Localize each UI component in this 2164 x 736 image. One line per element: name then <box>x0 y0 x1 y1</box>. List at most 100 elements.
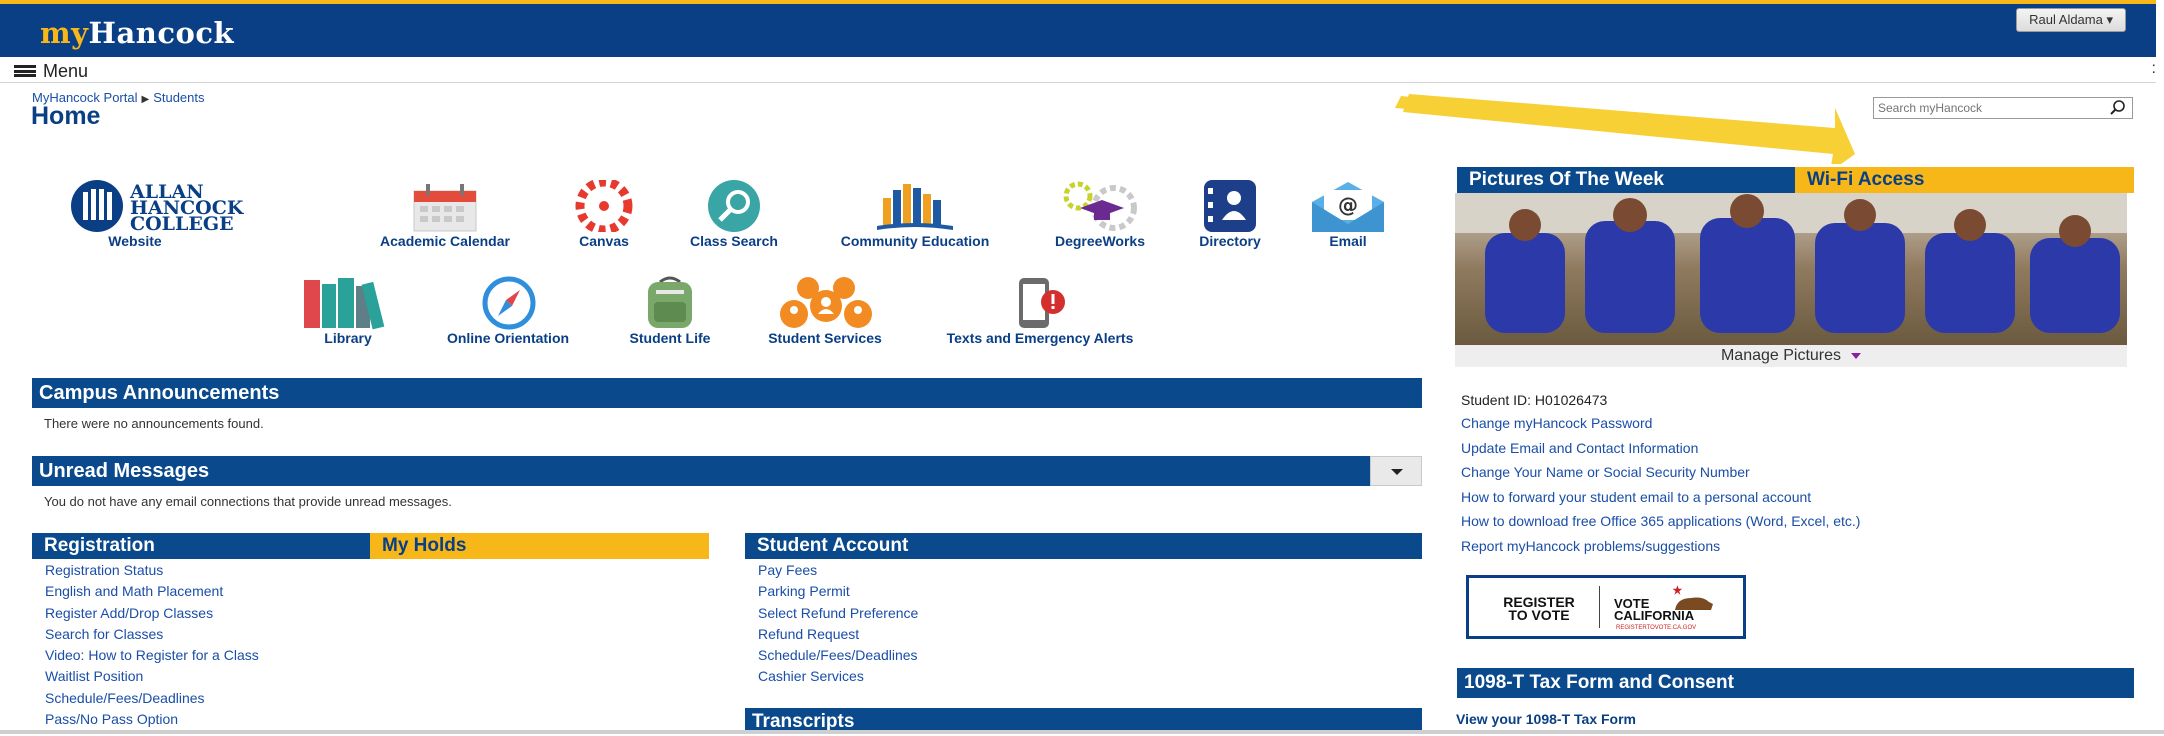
manage-pictures-dropdown[interactable]: Manage Pictures <box>1455 345 2127 367</box>
link-pay-fees[interactable]: Pay Fees <box>758 560 1398 581</box>
registration-links: Registration Status English and Math Pla… <box>45 560 685 730</box>
tile-label: Class Search <box>690 233 778 249</box>
student-account-links: Pay Fees Parking Permit Select Refund Pr… <box>758 560 1398 688</box>
team-photo-icon <box>1455 193 2127 345</box>
user-menu-button[interactable]: Raul Aldama ▾ <box>2016 8 2126 32</box>
tile-label: Online Orientation <box>446 330 570 346</box>
search-input[interactable] <box>1874 98 2104 118</box>
manage-pictures-label: Manage Pictures <box>1720 347 1842 364</box>
link-update-email-contact[interactable]: Update Email and Contact Information <box>1461 438 2121 463</box>
link-waitlist-position[interactable]: Waitlist Position <box>45 666 685 687</box>
tile-website[interactable]: ALLAN HANCOCK COLLEGE Website <box>70 178 325 250</box>
hamburger-icon[interactable] <box>14 65 36 77</box>
tile-label: Community Education <box>840 233 990 249</box>
envelope-at-icon: @ <box>1312 182 1384 232</box>
link-report-problems[interactable]: Report myHancock problems/suggestions <box>1461 536 2121 561</box>
link-forward-email[interactable]: How to forward your student email to a p… <box>1461 487 2121 512</box>
top-header: myHancock Raul Aldama ▾ <box>0 0 2156 57</box>
menu-bar: Menu : <box>0 57 2156 83</box>
tax-form-header: 1098-T Tax Form and Consent <box>1457 668 2134 698</box>
logo-line-3: COLLEGE <box>130 213 234 232</box>
magnifier-icon <box>708 180 760 232</box>
link-office-365[interactable]: How to download free Office 365 applicat… <box>1461 511 2121 536</box>
books-icon <box>877 184 953 230</box>
link-search-for-classes[interactable]: Search for Classes <box>45 624 685 645</box>
student-account-settings-links: Change myHancock Password Update Email a… <box>1461 413 2121 560</box>
tile-label: Library <box>324 330 372 346</box>
tile-academic-calendar[interactable]: Academic Calendar <box>365 178 525 250</box>
search-icon[interactable] <box>2110 99 2126 117</box>
tile-label: DegreeWorks <box>1054 233 1145 249</box>
campus-announcements-header: Campus Announcements <box>32 378 1422 408</box>
breadcrumb-separator-icon: ▶ <box>141 94 150 105</box>
graduation-gear-icon <box>1063 181 1137 231</box>
menu-label[interactable]: Menu <box>43 61 88 82</box>
tile-canvas[interactable]: Canvas <box>562 178 646 250</box>
tile-directory[interactable]: Directory <box>1190 178 1270 250</box>
tile-class-search[interactable]: Class Search <box>684 178 784 250</box>
tile-label: Student Life <box>629 330 711 346</box>
tile-community-education[interactable]: Community Education <box>830 178 1000 250</box>
tile-label: Website <box>108 233 162 249</box>
tab-pictures-of-the-week[interactable]: Pictures Of The Week <box>1457 167 1795 193</box>
tile-texts-emergency-alerts[interactable]: Texts and Emergency Alerts <box>935 276 1145 346</box>
link-view-1098t[interactable]: View your 1098-T Tax Form <box>1456 711 1636 727</box>
breadcrumb-students-link[interactable]: Students <box>153 90 204 105</box>
unread-messages-message: You do not have any email connections th… <box>44 494 452 509</box>
page-bottom-border <box>0 730 2164 734</box>
search-box <box>1873 97 2133 119</box>
tile-online-orientation[interactable]: Online Orientation <box>434 276 582 346</box>
allan-hancock-college-logo-icon: ALLAN HANCOCK COLLEGE <box>71 180 245 232</box>
pictures-of-the-week-image <box>1455 193 2127 345</box>
library-books-icon <box>304 278 385 330</box>
tile-label: Student Services <box>768 330 882 346</box>
tile-library[interactable]: Library <box>298 276 398 346</box>
link-schedule-fees-deadlines-account[interactable]: Schedule/Fees/Deadlines <box>758 645 1398 666</box>
link-select-refund-preference[interactable]: Select Refund Preference <box>758 603 1398 624</box>
svg-text:@: @ <box>1338 193 1358 217</box>
tab-registration[interactable]: Registration <box>32 533 370 559</box>
tab-my-holds[interactable]: My Holds <box>370 533 709 559</box>
link-change-name-ssn[interactable]: Change Your Name or Social Security Numb… <box>1461 462 2121 487</box>
myhancock-logo[interactable]: myHancock <box>40 16 234 50</box>
annotation-arrow-icon <box>1395 94 1855 164</box>
link-refund-request[interactable]: Refund Request <box>758 624 1398 645</box>
calendar-icon <box>413 184 477 232</box>
link-english-math-placement[interactable]: English and Math Placement <box>45 581 685 602</box>
link-cashier-services[interactable]: Cashier Services <box>758 666 1398 687</box>
announcements-message: There were no announcements found. <box>44 416 264 431</box>
student-id: Student ID: H01026473 <box>1461 392 1608 408</box>
people-icon <box>780 277 872 328</box>
tile-label: Texts and Emergency Alerts <box>946 330 1134 346</box>
unread-messages-header: Unread Messages <box>32 456 1370 486</box>
tile-degreeworks[interactable]: DegreeWorks <box>1045 178 1155 250</box>
unread-messages-dropdown-button[interactable] <box>1370 456 1422 486</box>
compass-icon <box>482 276 536 330</box>
tile-student-life[interactable]: Student Life <box>620 276 720 346</box>
register-to-vote-banner[interactable]: REGISTER TO VOTE VOTE CALIFORNIA REGISTERT… <box>1466 575 1746 639</box>
link-pass-no-pass[interactable]: Pass/No Pass Option <box>45 709 685 730</box>
tile-email[interactable]: @ Email <box>1310 178 1386 250</box>
link-register-add-drop[interactable]: Register Add/Drop Classes <box>45 603 685 624</box>
registration-tabs: Registration My Holds <box>32 533 709 559</box>
tile-label: Academic Calendar <box>380 233 510 249</box>
more-options-icon[interactable]: : <box>2152 60 2156 78</box>
tile-label: Canvas <box>579 233 629 249</box>
backpack-icon <box>648 276 692 328</box>
register-to-vote-text: REGISTER TO VOTE <box>1503 594 1575 623</box>
tile-student-services[interactable]: Student Services <box>752 276 898 346</box>
canvas-icon <box>575 180 633 232</box>
tab-wifi-access[interactable]: Wi-Fi Access <box>1795 167 2134 193</box>
tile-label: Email <box>1329 233 1367 249</box>
phone-alert-icon <box>1019 278 1065 328</box>
link-parking-permit[interactable]: Parking Permit <box>758 581 1398 602</box>
link-registration-status[interactable]: Registration Status <box>45 560 685 581</box>
page-title: Home <box>31 102 101 130</box>
link-change-password[interactable]: Change myHancock Password <box>1461 413 2121 438</box>
caret-down-icon <box>1851 352 1862 359</box>
address-book-icon <box>1204 180 1256 232</box>
link-video-how-to-register[interactable]: Video: How to Register for a Class <box>45 645 685 666</box>
california-bear-icon <box>1672 585 1713 610</box>
student-account-header: Student Account <box>745 533 1422 559</box>
link-schedule-fees-deadlines[interactable]: Schedule/Fees/Deadlines <box>45 688 685 709</box>
